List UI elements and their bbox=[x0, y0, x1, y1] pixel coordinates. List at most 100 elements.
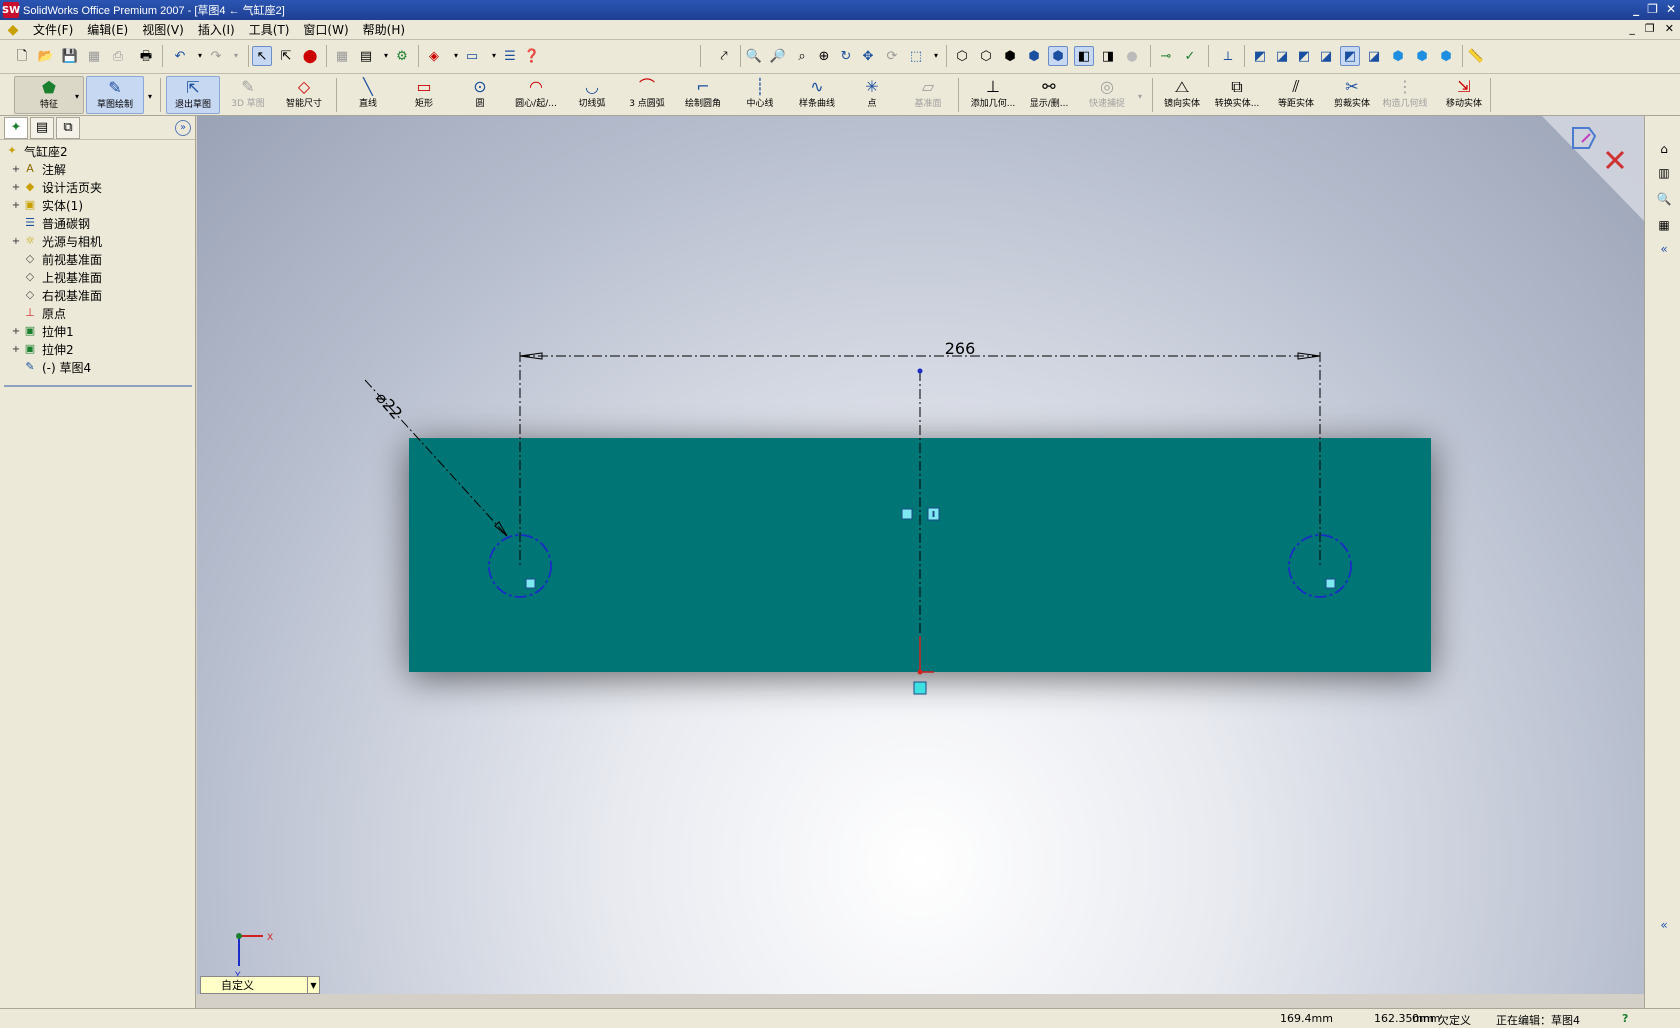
centerline-endpoint[interactable] bbox=[917, 368, 923, 374]
view-origins-icon[interactable]: ✓ bbox=[1180, 46, 1200, 66]
hidden-lines-visible-icon[interactable]: ⬡ bbox=[976, 46, 996, 66]
tree-item[interactable]: + ◆ 设计活页夹 bbox=[0, 178, 195, 196]
solidworks-app-icon[interactable]: SW bbox=[2, 2, 20, 18]
previous-view-icon[interactable]: ⤤ bbox=[714, 46, 734, 66]
tree-item[interactable]: ◇ 前视基准面 bbox=[0, 250, 195, 268]
menu-edit[interactable]: 编辑(E) bbox=[80, 20, 135, 40]
panel-expand-icon[interactable]: » bbox=[175, 119, 191, 136]
plane-button[interactable]: ▱ 基准面 bbox=[906, 76, 950, 114]
tree-item[interactable]: + ▣ 实体(1) bbox=[0, 196, 195, 214]
trim-entities-button[interactable]: ✂ 剪裁实体 bbox=[1330, 76, 1374, 114]
realview-icon[interactable]: ● bbox=[1122, 46, 1142, 66]
rebuild-traffic-light-icon[interactable]: ⬤ bbox=[300, 46, 320, 66]
add-relation-button[interactable]: ⊥ 添加几何... bbox=[966, 76, 1020, 114]
undo-icon[interactable]: ↶ bbox=[170, 46, 190, 66]
dimetric-view-icon[interactable]: ⬢ bbox=[1436, 46, 1456, 66]
centerpoint-arc-button[interactable]: ◠ 圆心/起/... bbox=[508, 76, 564, 114]
sketch-tab-button[interactable]: ✎ 草图绘制 bbox=[86, 76, 144, 114]
section-view-icon[interactable]: ◨ bbox=[1098, 46, 1118, 66]
menu-view[interactable]: 视图(V) bbox=[135, 20, 191, 40]
expand-plus-icon[interactable]: + bbox=[10, 236, 22, 247]
shaded-with-edges-icon[interactable]: ⬢ bbox=[1024, 46, 1044, 66]
task-pane-expand-icon[interactable]: « bbox=[1655, 916, 1673, 934]
construction-geometry-button[interactable]: ⋮ 构造几何线 bbox=[1380, 76, 1430, 114]
featuremanager-tab[interactable]: ✦ bbox=[4, 116, 28, 139]
right-view-icon[interactable]: ◪ bbox=[1316, 46, 1336, 66]
print-icon[interactable]: ⎙ bbox=[108, 46, 128, 66]
tree-item[interactable]: + ▣ 拉伸2 bbox=[0, 340, 195, 358]
window-layout-icon[interactable]: ▭ bbox=[462, 46, 482, 66]
coincident-relation-icon[interactable] bbox=[913, 681, 927, 695]
help-icon[interactable]: ❓ bbox=[522, 46, 542, 66]
tangent-arc-button[interactable]: ◡ 切线弧 bbox=[570, 76, 614, 114]
file-explorer-icon[interactable]: 🔍 bbox=[1655, 190, 1673, 208]
menu-tools[interactable]: 工具(T) bbox=[242, 20, 297, 40]
solidworks-logo-icon[interactable]: ◆ bbox=[4, 22, 22, 38]
line-button[interactable]: ╲ 直线 bbox=[350, 76, 386, 114]
hidden-lines-removed-icon[interactable]: ⬢ bbox=[1000, 46, 1020, 66]
3d-sketch-button[interactable]: ✎ 3D 草图 bbox=[224, 76, 272, 114]
temporary-axes-icon[interactable]: ⊸ bbox=[1156, 46, 1176, 66]
select-arrow-icon[interactable]: ↖ bbox=[252, 46, 272, 66]
diameter-22-label[interactable]: ⌀22 bbox=[372, 388, 406, 423]
back-view-icon[interactable]: ◪ bbox=[1272, 46, 1292, 66]
measure-icon[interactable]: 📏 bbox=[1466, 46, 1486, 66]
left-view-icon[interactable]: ◩ bbox=[1294, 46, 1314, 66]
top-view-icon[interactable]: ◩ bbox=[1340, 46, 1360, 66]
expand-plus-icon[interactable]: + bbox=[10, 182, 22, 193]
left-hole-relation-icon[interactable] bbox=[525, 578, 536, 589]
expand-plus-icon[interactable]: + bbox=[10, 326, 22, 337]
select-filter-icon[interactable]: ⇱ bbox=[276, 46, 296, 66]
zoom-to-area-icon[interactable]: 🔎 bbox=[768, 46, 788, 66]
configurationmanager-tab[interactable]: ⧉ bbox=[56, 116, 80, 139]
pan-icon[interactable]: ✥ bbox=[858, 46, 878, 66]
point-button[interactable]: ✳ 点 bbox=[862, 76, 882, 114]
offset-entities-button[interactable]: ⫽ 等距实体 bbox=[1274, 76, 1318, 114]
exit-sketch-button[interactable]: ⇱ 退出草图 bbox=[166, 76, 220, 114]
sketch-canvas[interactable]: 266 ⌀22 X bbox=[197, 116, 1644, 994]
menu-window[interactable]: 窗口(W) bbox=[296, 20, 355, 40]
redo-icon[interactable]: ↷ bbox=[206, 46, 226, 66]
save-icon[interactable]: 💾 bbox=[60, 46, 80, 66]
view-palette-icon[interactable]: ▦ bbox=[1655, 216, 1673, 234]
open-folder-icon[interactable]: 📂 bbox=[36, 46, 56, 66]
tree-item[interactable]: ⊥ 原点 bbox=[0, 304, 195, 322]
spline-button[interactable]: ∿ 样条曲线 bbox=[792, 76, 842, 114]
shaded-icon[interactable]: ⬢ bbox=[1048, 46, 1068, 66]
zoom-in-out-icon[interactable]: ⌕ bbox=[792, 46, 812, 66]
right-hole-relation-icon[interactable] bbox=[1325, 578, 1336, 589]
isometric-view-icon[interactable]: ⬢ bbox=[1388, 46, 1408, 66]
tree-item[interactable]: + ▣ 拉伸1 bbox=[0, 322, 195, 340]
rotate-view-icon[interactable]: ↻ bbox=[836, 46, 856, 66]
mirror-entities-button[interactable]: ⧍ 镜向实体 bbox=[1160, 76, 1204, 114]
expand-plus-icon[interactable]: + bbox=[10, 200, 22, 211]
status-help-icon[interactable]: ? bbox=[1622, 1012, 1628, 1025]
rollback-bar[interactable] bbox=[4, 385, 192, 387]
view-orientation-icon[interactable]: ⬚ bbox=[906, 46, 926, 66]
propertymanager-tab[interactable]: ▤ bbox=[30, 116, 54, 139]
print-preview-icon[interactable]: ▦ bbox=[84, 46, 104, 66]
bottom-view-icon[interactable]: ◪ bbox=[1364, 46, 1384, 66]
doc-close-button[interactable]: ✕ bbox=[1665, 22, 1674, 35]
expand-plus-icon[interactable]: + bbox=[10, 164, 22, 175]
tree-item[interactable]: ◇ 上视基准面 bbox=[0, 268, 195, 286]
maximize-button[interactable]: ❐ bbox=[1647, 2, 1658, 16]
menu-help[interactable]: 帮助(H) bbox=[356, 20, 412, 40]
sketch-fillet-button[interactable]: ⌐ 绘制圆角 bbox=[678, 76, 728, 114]
roll-view-icon[interactable]: ⟳ bbox=[882, 46, 902, 66]
3d-cube-icon[interactable]: ◈ bbox=[424, 46, 444, 66]
close-button[interactable]: ✕ bbox=[1666, 2, 1676, 16]
minimize-button[interactable]: _ bbox=[1633, 2, 1639, 16]
normal-to-icon[interactable]: ⟂ bbox=[1218, 46, 1238, 66]
design-library-icon[interactable]: ▥ bbox=[1655, 164, 1673, 182]
new-document-icon[interactable]: 🗋 bbox=[12, 46, 32, 66]
options-icon[interactable]: ⚙ bbox=[392, 46, 412, 66]
move-entities-button[interactable]: ⇲ 移动实体 bbox=[1442, 76, 1486, 114]
chevron-down-icon[interactable]: ▼ bbox=[307, 977, 319, 993]
print2-icon[interactable]: 🖶 bbox=[136, 46, 156, 66]
zoom-to-selection-icon[interactable]: ⊕ bbox=[814, 46, 834, 66]
graphics-area[interactable]: 266 ⌀22 X bbox=[197, 116, 1644, 994]
dimension-266-label[interactable]: 266 bbox=[945, 339, 976, 358]
resources-home-icon[interactable]: ⌂ bbox=[1655, 140, 1673, 158]
tree-item[interactable]: ✎ (-) 草图4 bbox=[0, 358, 195, 376]
